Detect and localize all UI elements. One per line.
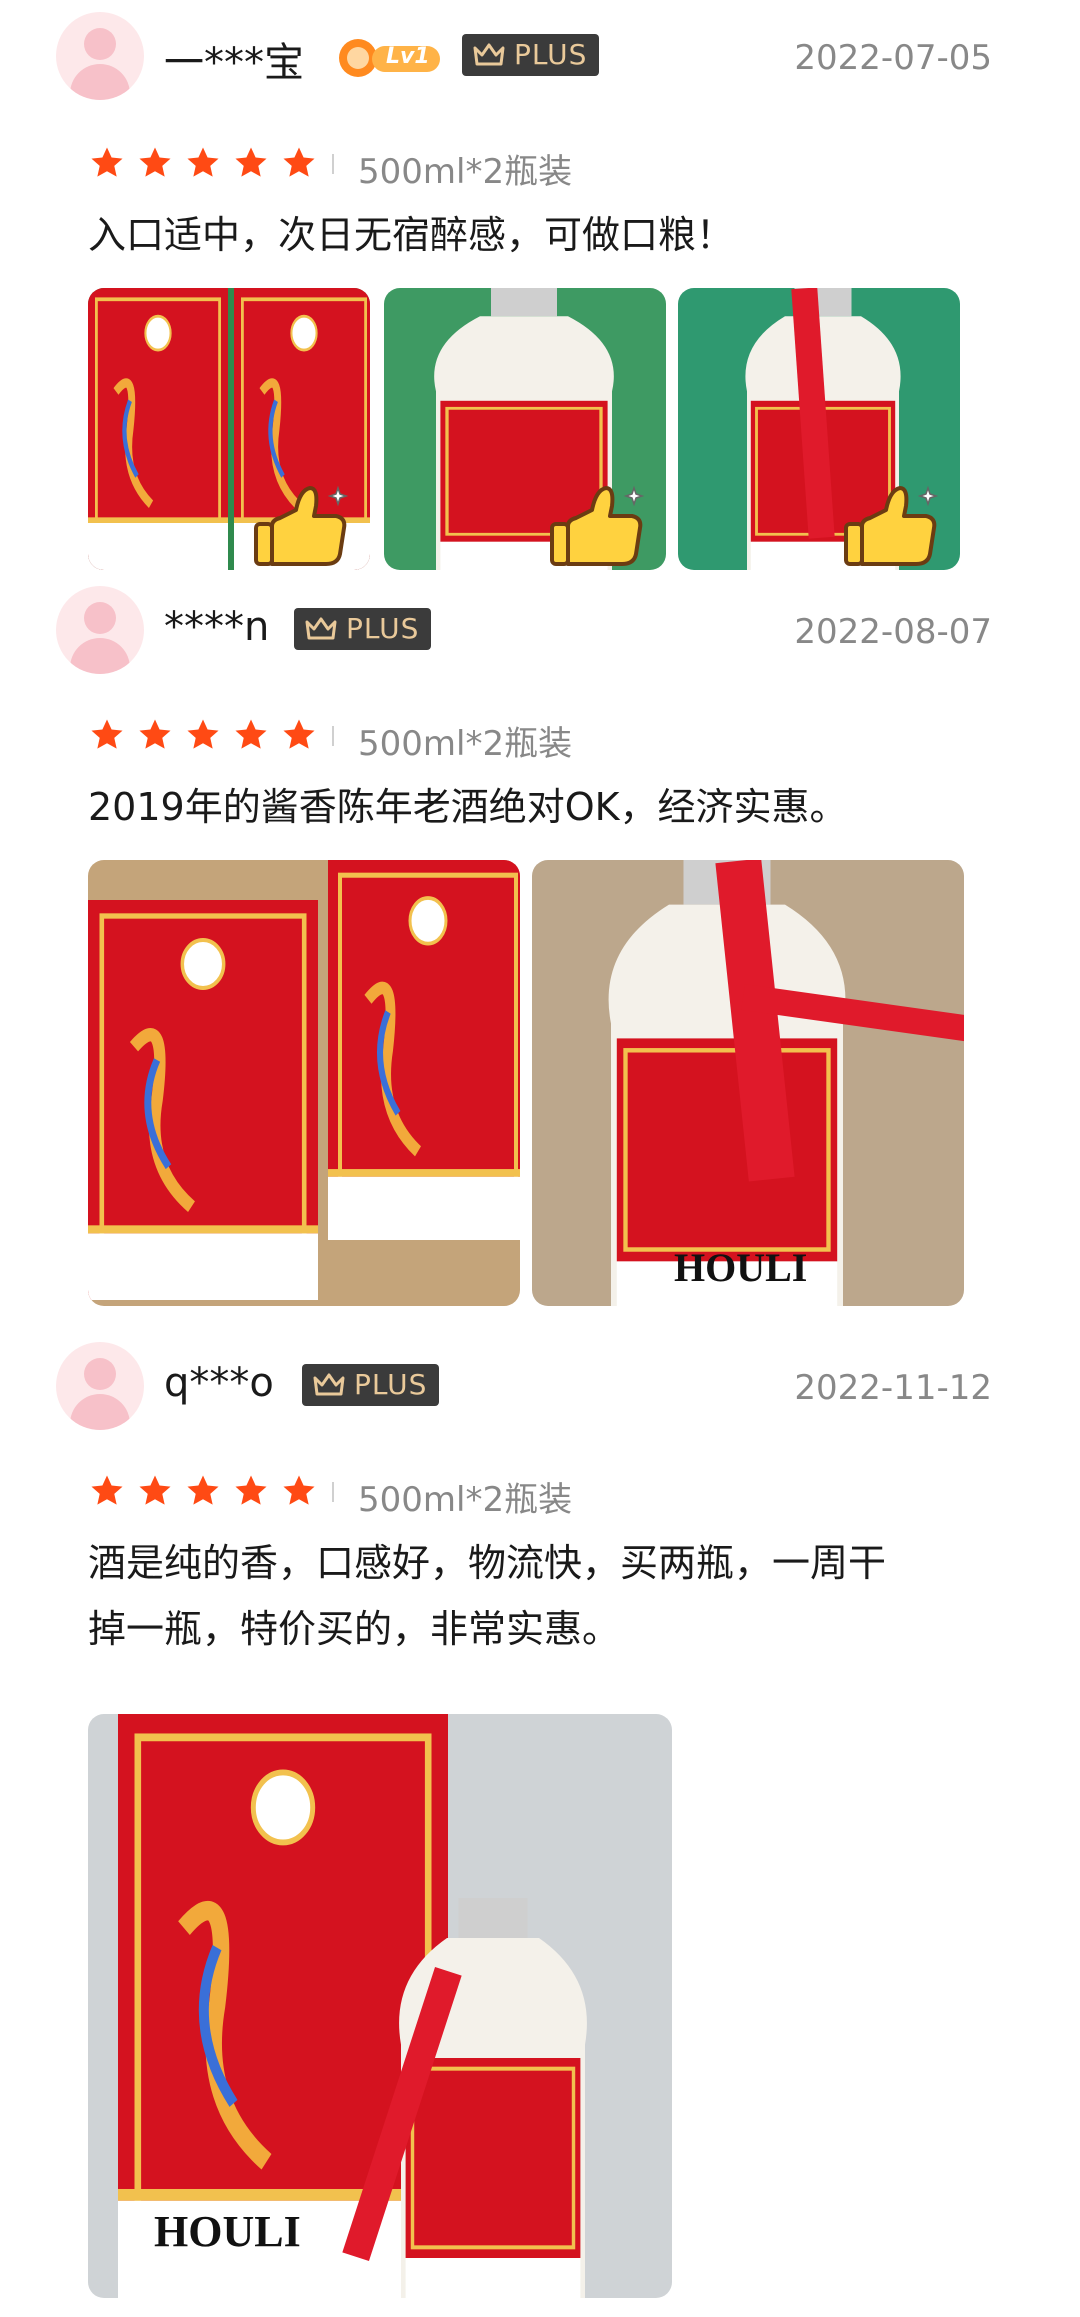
star-icon [280, 1472, 318, 1510]
product-spec: 500ml*2瓶装 [358, 152, 573, 192]
divider [332, 1482, 334, 1502]
level-badge-label: Lv1 [386, 44, 430, 69]
star-icon [88, 144, 126, 182]
username: 一***宝 [164, 40, 304, 86]
avatar[interactable] [56, 586, 144, 674]
review-photo[interactable] [678, 288, 960, 570]
star-rating [88, 1472, 328, 1512]
plus-badge: PLUS [462, 34, 600, 76]
star-icon [184, 716, 222, 754]
star-icon [232, 716, 270, 754]
product-spec: 500ml*2瓶装 [358, 1480, 573, 1520]
review-text: 入口适中，次日无宿醉感，可做口粮！ [88, 213, 735, 257]
crown-icon [472, 42, 506, 68]
star-icon [136, 1472, 174, 1510]
thumbs-up-icon [548, 480, 648, 566]
review-photo[interactable] [88, 288, 370, 570]
star-icon [280, 144, 318, 182]
plus-badge: PLUS [302, 1364, 440, 1406]
review-photo[interactable] [88, 860, 520, 1306]
product-spec: 500ml*2瓶装 [358, 724, 573, 764]
divider [332, 154, 334, 174]
star-icon [232, 144, 270, 182]
thumbs-up-icon [842, 480, 942, 566]
star-icon [88, 716, 126, 754]
review-text-line-1: 酒是纯的香，口感好，物流快，买两瓶，一周干 [88, 1541, 887, 1585]
star-rating [88, 144, 328, 184]
star-icon [280, 716, 318, 754]
thumbs-up-icon [252, 480, 352, 566]
review-photo[interactable]: HOULI [88, 1714, 672, 2298]
review-text: 2019年的酱香陈年老酒绝对OK，经济实惠。 [88, 785, 848, 829]
star-icon [232, 1472, 270, 1510]
star-icon [184, 144, 222, 182]
username: ****n [164, 604, 270, 650]
username: q***o [164, 1360, 274, 1406]
crown-icon [304, 616, 338, 642]
level-badge: Lv1 [336, 36, 442, 80]
star-rating [88, 716, 328, 756]
plus-badge: PLUS [294, 608, 432, 650]
plus-badge-label: PLUS [354, 1368, 428, 1401]
review-date: 2022-11-12 [794, 1368, 992, 1408]
star-icon [136, 144, 174, 182]
review-date: 2022-07-05 [794, 38, 992, 78]
star-icon [88, 1472, 126, 1510]
avatar[interactable] [56, 12, 144, 100]
label-brand-en: HOULI [674, 1245, 808, 1290]
star-icon [184, 1472, 222, 1510]
review-date: 2022-08-07 [794, 612, 992, 652]
label-brand-en: HOULI [154, 2207, 301, 2256]
star-icon [136, 716, 174, 754]
review-text-line-2: 掉一瓶，特价买的，非常实惠。 [88, 1607, 621, 1651]
review-photo[interactable]: HOULI [532, 860, 964, 1306]
plus-badge-label: PLUS [346, 612, 420, 645]
avatar[interactable] [56, 1342, 144, 1430]
review-photo[interactable] [384, 288, 666, 570]
divider [332, 726, 334, 746]
crown-icon [312, 1372, 346, 1398]
plus-badge-label: PLUS [514, 38, 588, 71]
